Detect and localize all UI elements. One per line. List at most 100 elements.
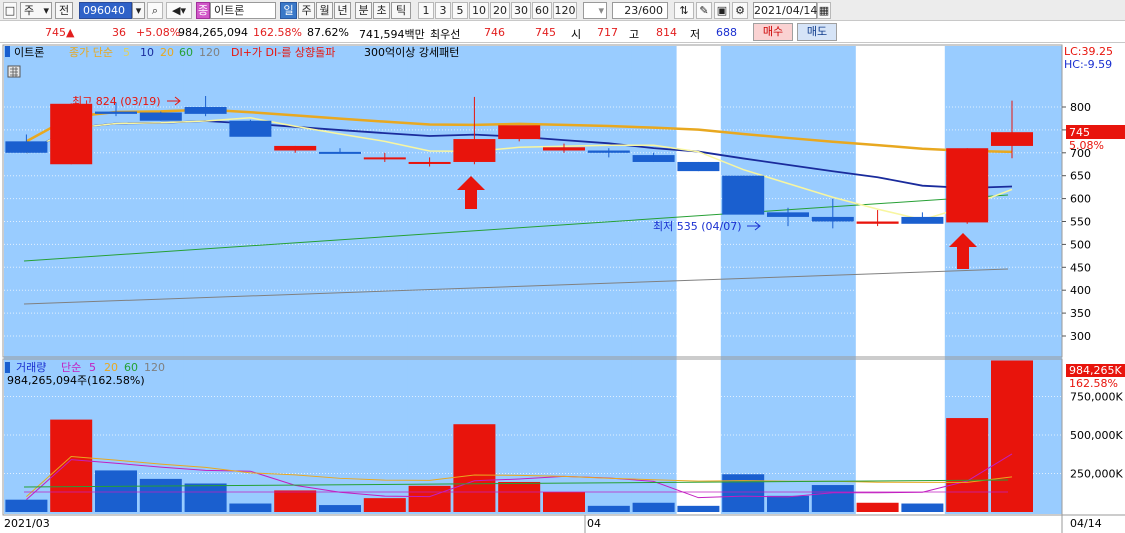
price-change-pct: +5.08%	[136, 26, 181, 39]
prev-button[interactable]: 전	[55, 2, 73, 19]
price-tick-label: 650	[1070, 170, 1091, 183]
volume-bar	[901, 503, 944, 512]
chevron-down-icon: ▾	[598, 4, 604, 17]
low-price: 688	[716, 26, 737, 39]
trade-amount: 741,594백만	[359, 28, 425, 41]
high-label: 고	[629, 28, 640, 41]
volume-legend-ma20: 20	[104, 361, 118, 374]
chevron-down-icon[interactable]: ▾	[132, 2, 145, 19]
bar-count-field[interactable]: 23/600	[612, 2, 668, 19]
zoom-icon[interactable]: ⇅	[674, 2, 694, 19]
sell-button[interactable]: 매도	[797, 23, 837, 41]
interval-5[interactable]: 5	[452, 2, 468, 19]
tab-period-tick[interactable]: 틱	[391, 2, 411, 19]
toolbar: □ 주 ▾ 전 096040 ▾ ⌕ ◀▾ 종 이트론 일 주 월 년 분 초 틱…	[0, 0, 1125, 21]
window-icon[interactable]: □	[3, 2, 17, 19]
legend-ma60: 60	[179, 46, 193, 59]
highlight-band	[362, 46, 408, 514]
save-icon[interactable]: ▣	[714, 2, 730, 19]
price-tick-label: 800	[1070, 101, 1091, 114]
interval-120[interactable]: 120	[553, 2, 577, 19]
volume-bar	[184, 483, 227, 512]
price-tick-label: 500	[1070, 238, 1091, 251]
candle-body	[184, 107, 227, 114]
volume-legend-ma120: 120	[144, 361, 165, 374]
custom-interval-input[interactable]: ▾	[583, 2, 607, 19]
legend-ma20: 20	[160, 46, 174, 59]
x-axis-end-label: 04/14	[1070, 517, 1102, 530]
volume-bar	[946, 418, 989, 512]
legend-ma-label: 종가 단순	[69, 46, 113, 59]
price-tick-label: 300	[1070, 330, 1091, 343]
stock-name-field[interactable]: 이트론	[210, 2, 276, 19]
highlight-band	[765, 46, 811, 514]
x-axis-mid-label: 04	[587, 517, 601, 530]
last-change-tag: 5.08%	[1069, 139, 1104, 152]
candle-body	[901, 216, 944, 224]
stock-code-input[interactable]: 096040	[79, 2, 132, 19]
volume-bar	[453, 424, 496, 512]
volume-last-pct-tag: 162.58%	[1069, 377, 1118, 390]
calendar-icon[interactable]: ▦	[817, 2, 831, 19]
best-ask: 746	[484, 26, 505, 39]
interval-10[interactable]: 10	[469, 2, 489, 19]
price-change: 36	[112, 26, 126, 39]
highlight-band	[183, 46, 229, 514]
tab-period-day[interactable]: 일	[280, 2, 297, 19]
speaker-icon[interactable]: ◀▾	[166, 2, 192, 19]
tab-period-minute[interactable]: 분	[355, 2, 372, 19]
legend-ma120: 120	[199, 46, 220, 59]
volume-legend-ma60: 60	[124, 361, 138, 374]
legend-stock-name: 이트론	[14, 46, 44, 59]
highlight-band	[317, 46, 363, 514]
search-icon[interactable]: ⌕	[147, 2, 163, 19]
tab-period-month[interactable]: 월	[316, 2, 333, 19]
legend-pattern: 300억이상 강세패턴	[364, 46, 459, 59]
up-arrow-icon: ▲	[66, 26, 75, 39]
legend-ma10: 10	[140, 46, 154, 59]
volume-bar	[722, 474, 765, 512]
legend-signal: DI+가 DI-를 상향돌파	[231, 46, 335, 59]
period-select-value: 주	[24, 4, 35, 17]
stock-chart[interactable]: 이트론 종가 단순 5 10 20 60 120 DI+가 DI-를 상향돌파 …	[0, 43, 1125, 533]
highlight-band	[4, 46, 50, 514]
highlight-band	[228, 46, 274, 514]
interval-30[interactable]: 30	[511, 2, 531, 19]
hc-label: HC:-9.59	[1064, 58, 1112, 71]
legend-ma5: 5	[123, 46, 130, 59]
legend-marker	[5, 362, 10, 373]
date-field[interactable]: 2021/04/14	[753, 2, 817, 19]
volume-bar	[498, 481, 541, 512]
interval-60[interactable]: 60	[532, 2, 552, 19]
best-bid: 745	[535, 26, 556, 39]
interval-20[interactable]: 20	[490, 2, 510, 19]
interval-1[interactable]: 1	[418, 2, 434, 19]
candle-body	[543, 147, 585, 151]
candle-body	[811, 216, 854, 222]
volume-legend-ma5: 5	[89, 361, 96, 374]
highlight-band	[810, 46, 856, 514]
last-price-tag-text: 745	[1069, 126, 1090, 139]
gear-icon[interactable]: ⚙	[732, 2, 748, 19]
volume-bar	[95, 470, 137, 512]
legend-marker	[5, 46, 10, 57]
candle-body	[5, 141, 48, 153]
volume-tick-label: 750,000K	[1070, 391, 1123, 404]
highlight-band	[541, 46, 587, 514]
buy-button[interactable]: 매수	[753, 23, 793, 41]
volume-bar	[229, 503, 272, 512]
price-tick-label: 400	[1070, 284, 1091, 297]
volume-legend-ma-label: 단순	[61, 361, 81, 374]
volume-current: 984,265,094주(162.58%)	[7, 374, 145, 387]
tab-period-year[interactable]: 년	[334, 2, 351, 19]
best-quote-label: 최우선	[430, 28, 461, 41]
chevron-down-icon: ▾	[43, 4, 49, 17]
tab-period-week[interactable]: 주	[298, 2, 315, 19]
draw-tool-icon[interactable]: ✎	[696, 2, 712, 19]
period-select[interactable]: 주 ▾	[20, 2, 52, 19]
interval-3[interactable]: 3	[435, 2, 451, 19]
volume-bar	[408, 485, 451, 512]
tab-period-second[interactable]: 초	[373, 2, 390, 19]
volume-value: 984,265,094	[178, 26, 248, 39]
candle-body	[722, 175, 765, 215]
